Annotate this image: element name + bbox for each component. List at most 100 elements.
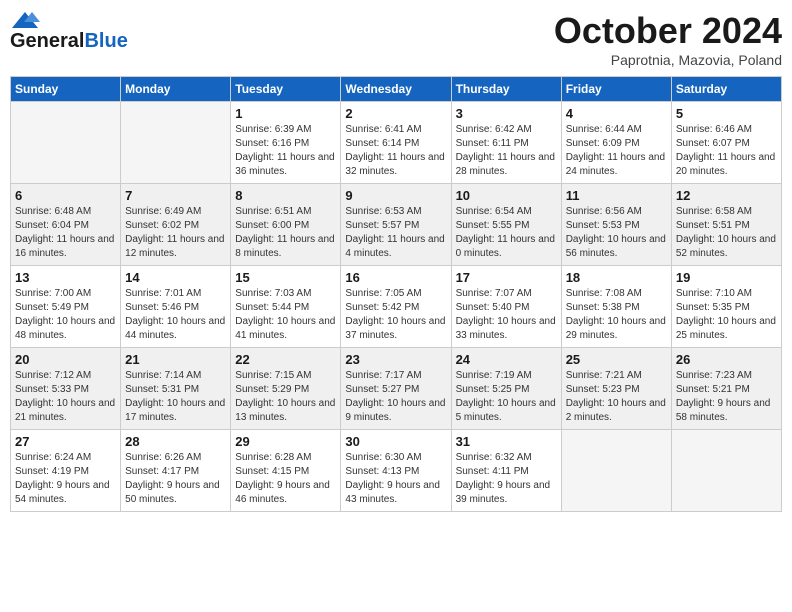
calendar-cell: 14 Sunrise: 7:01 AMSunset: 5:46 PMDayligh… — [121, 266, 231, 348]
calendar-cell: 26Sunrise: 7:23 AMSunset: 5:21 PMDayligh… — [671, 348, 781, 430]
day-info: Sunrise: 6:42 AMSunset: 6:11 PMDaylight:… — [456, 123, 557, 179]
calendar-cell: 2Sunrise: 6:41 AMSunset: 6:14 PMDaylight… — [341, 102, 451, 184]
day-info: Sunrise: 6:56 AMSunset: 5:53 PMDaylight:… — [566, 205, 667, 261]
day-info: Sunrise: 6:24 AMSunset: 4:19 PMDaylight:… — [15, 451, 116, 507]
day-number: 14 — [125, 270, 226, 285]
day-number: 20 — [15, 352, 116, 367]
day-info: Sunrise: 6:51 AMSunset: 6:00 PMDaylight:… — [235, 205, 336, 261]
calendar-cell: 19Sunrise: 7:10 AMSunset: 5:35 PMDayligh… — [671, 266, 781, 348]
calendar-cell: 13 Sunrise: 7:00 AMSunset: 5:49 PMDayligh… — [11, 266, 121, 348]
calendar-cell: 5Sunrise: 6:46 AMSunset: 6:07 PMDaylight… — [671, 102, 781, 184]
day-number: 3 — [456, 106, 557, 121]
day-number: 15 — [235, 270, 336, 285]
logo-general: General — [10, 30, 84, 53]
calendar-cell — [671, 430, 781, 512]
calendar-week-row: 1 Sunrise: 6:39 AMSunset: 6:16 PMDaylight… — [11, 102, 782, 184]
calendar-cell: 17 Sunrise: 7:07 AMSunset: 5:40 PMDayligh… — [451, 266, 561, 348]
location: Paprotnia, Mazovia, Poland — [554, 52, 782, 68]
day-number: 2 — [345, 106, 446, 121]
day-info: Sunrise: 6:44 AMSunset: 6:09 PMDaylight:… — [566, 123, 667, 179]
day-number: 13 — [15, 270, 116, 285]
calendar-week-row: 27 Sunrise: 6:24 AMSunset: 4:19 PMDayligh… — [11, 430, 782, 512]
calendar-cell: 27 Sunrise: 6:24 AMSunset: 4:19 PMDayligh… — [11, 430, 121, 512]
day-info: Sunrise: 7:23 AMSunset: 5:21 PMDaylight:… — [676, 369, 777, 425]
logo-blue: Blue — [84, 30, 127, 53]
day-info: Sunrise: 7:19 AMSunset: 5:25 PMDaylight:… — [456, 369, 557, 425]
day-number: 8 — [235, 188, 336, 203]
day-info: Sunrise: 6:54 AMSunset: 5:55 PMDaylight:… — [456, 205, 557, 261]
calendar-cell: 6Sunrise: 6:48 AMSunset: 6:04 PMDaylight… — [11, 184, 121, 266]
day-info: Sunrise: 7:03 AMSunset: 5:44 PMDaylight:… — [235, 287, 336, 343]
day-number: 30 — [345, 434, 446, 449]
day-info: Sunrise: 7:21 AMSunset: 5:23 PMDaylight:… — [566, 369, 667, 425]
calendar-cell: 11 Sunrise: 6:56 AMSunset: 5:53 PMDayligh… — [561, 184, 671, 266]
day-number: 29 — [235, 434, 336, 449]
weekday-header-friday: Friday — [561, 77, 671, 102]
day-info: Sunrise: 6:46 AMSunset: 6:07 PMDaylight:… — [676, 123, 777, 179]
day-info: Sunrise: 6:39 AMSunset: 6:16 PMDaylight:… — [235, 123, 336, 179]
calendar-cell: 4 Sunrise: 6:44 AMSunset: 6:09 PMDaylight… — [561, 102, 671, 184]
weekday-header-row: SundayMondayTuesdayWednesdayThursdayFrid… — [11, 77, 782, 102]
day-number: 18 — [566, 270, 667, 285]
calendar-cell: 1 Sunrise: 6:39 AMSunset: 6:16 PMDaylight… — [231, 102, 341, 184]
day-info: Sunrise: 6:32 AMSunset: 4:11 PMDaylight:… — [456, 451, 557, 507]
calendar-cell — [121, 102, 231, 184]
calendar-cell: 24 Sunrise: 7:19 AMSunset: 5:25 PMDayligh… — [451, 348, 561, 430]
day-number: 10 — [456, 188, 557, 203]
day-number: 23 — [345, 352, 446, 367]
day-number: 7 — [125, 188, 226, 203]
day-number: 27 — [15, 434, 116, 449]
calendar-cell: 8 Sunrise: 6:51 AMSunset: 6:00 PMDaylight… — [231, 184, 341, 266]
calendar-cell: 30 Sunrise: 6:30 AMSunset: 4:13 PMDayligh… — [341, 430, 451, 512]
day-info: Sunrise: 6:58 AMSunset: 5:51 PMDaylight:… — [676, 205, 777, 261]
day-info: Sunrise: 7:00 AMSunset: 5:49 PMDaylight:… — [15, 287, 116, 343]
calendar: SundayMondayTuesdayWednesdayThursdayFrid… — [10, 76, 782, 512]
calendar-cell: 25 Sunrise: 7:21 AMSunset: 5:23 PMDayligh… — [561, 348, 671, 430]
calendar-cell: 20 Sunrise: 7:12 AMSunset: 5:33 PMDayligh… — [11, 348, 121, 430]
day-info: Sunrise: 6:26 AMSunset: 4:17 PMDaylight:… — [125, 451, 226, 507]
day-info: Sunrise: 7:14 AMSunset: 5:31 PMDaylight:… — [125, 369, 226, 425]
day-number: 21 — [125, 352, 226, 367]
calendar-week-row: 6Sunrise: 6:48 AMSunset: 6:04 PMDaylight… — [11, 184, 782, 266]
weekday-header-monday: Monday — [121, 77, 231, 102]
day-number: 6 — [15, 188, 116, 203]
day-number: 25 — [566, 352, 667, 367]
weekday-header-saturday: Saturday — [671, 77, 781, 102]
day-info: Sunrise: 7:17 AMSunset: 5:27 PMDaylight:… — [345, 369, 446, 425]
calendar-cell: 15 Sunrise: 7:03 AMSunset: 5:44 PMDayligh… — [231, 266, 341, 348]
day-number: 1 — [235, 106, 336, 121]
day-number: 24 — [456, 352, 557, 367]
day-info: Sunrise: 6:30 AMSunset: 4:13 PMDaylight:… — [345, 451, 446, 507]
day-info: Sunrise: 6:49 AMSunset: 6:02 PMDaylight:… — [125, 205, 226, 261]
calendar-cell: 23 Sunrise: 7:17 AMSunset: 5:27 PMDayligh… — [341, 348, 451, 430]
day-number: 12 — [676, 188, 777, 203]
day-info: Sunrise: 7:08 AMSunset: 5:38 PMDaylight:… — [566, 287, 667, 343]
day-info: Sunrise: 6:53 AMSunset: 5:57 PMDaylight:… — [345, 205, 446, 261]
day-info: Sunrise: 7:01 AMSunset: 5:46 PMDaylight:… — [125, 287, 226, 343]
weekday-header-tuesday: Tuesday — [231, 77, 341, 102]
calendar-cell: 28Sunrise: 6:26 AMSunset: 4:17 PMDayligh… — [121, 430, 231, 512]
day-number: 11 — [566, 188, 667, 203]
calendar-cell: 7 Sunrise: 6:49 AMSunset: 6:02 PMDaylight… — [121, 184, 231, 266]
calendar-cell: 12 Sunrise: 6:58 AMSunset: 5:51 PMDayligh… — [671, 184, 781, 266]
calendar-cell — [11, 102, 121, 184]
day-info: Sunrise: 7:12 AMSunset: 5:33 PMDaylight:… — [15, 369, 116, 425]
calendar-cell: 9Sunrise: 6:53 AMSunset: 5:57 PMDaylight… — [341, 184, 451, 266]
header: General Blue October 2024 Paprotnia, Maz… — [10, 10, 782, 68]
day-number: 22 — [235, 352, 336, 367]
day-number: 17 — [456, 270, 557, 285]
day-number: 4 — [566, 106, 667, 121]
logo-icon — [10, 10, 40, 30]
calendar-week-row: 20 Sunrise: 7:12 AMSunset: 5:33 PMDayligh… — [11, 348, 782, 430]
day-number: 19 — [676, 270, 777, 285]
calendar-cell: 31Sunrise: 6:32 AMSunset: 4:11 PMDayligh… — [451, 430, 561, 512]
day-info: Sunrise: 7:07 AMSunset: 5:40 PMDaylight:… — [456, 287, 557, 343]
calendar-cell — [561, 430, 671, 512]
calendar-week-row: 13 Sunrise: 7:00 AMSunset: 5:49 PMDayligh… — [11, 266, 782, 348]
calendar-cell: 3 Sunrise: 6:42 AMSunset: 6:11 PMDaylight… — [451, 102, 561, 184]
calendar-cell: 16Sunrise: 7:05 AMSunset: 5:42 PMDayligh… — [341, 266, 451, 348]
day-info: Sunrise: 7:15 AMSunset: 5:29 PMDaylight:… — [235, 369, 336, 425]
day-info: Sunrise: 6:28 AMSunset: 4:15 PMDaylight:… — [235, 451, 336, 507]
weekday-header-thursday: Thursday — [451, 77, 561, 102]
title-area: October 2024 Paprotnia, Mazovia, Poland — [554, 10, 782, 68]
